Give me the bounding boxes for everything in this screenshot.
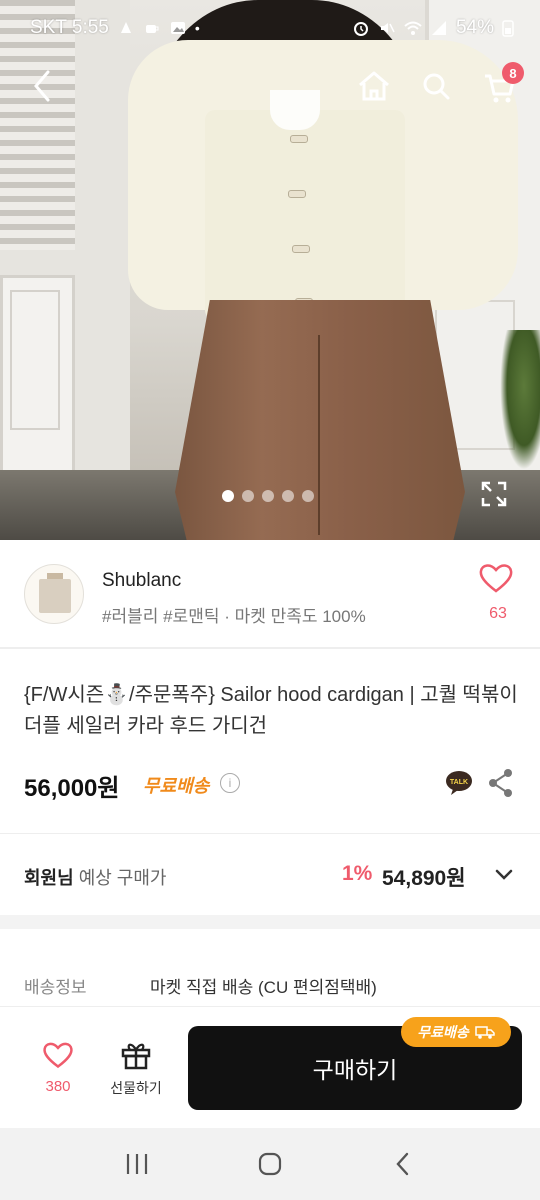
cup-icon	[145, 25, 159, 33]
free-shipping-pill-label: 무료배송	[417, 1024, 469, 1040]
shop-name[interactable]: Shublanc	[102, 570, 181, 592]
gift-icon	[121, 1043, 151, 1070]
heart-icon	[43, 1042, 73, 1069]
truck-icon	[475, 1026, 495, 1039]
like-count: 380	[45, 1078, 71, 1095]
home-button[interactable]	[354, 66, 394, 106]
cart-count-badge: 8	[502, 62, 524, 84]
home-icon	[359, 71, 389, 101]
carousel-dot[interactable]	[302, 490, 314, 502]
kakao-talk-button[interactable]: TALK	[444, 768, 474, 798]
skirt	[175, 300, 465, 540]
member-price-label: 회원님 예상 구매가	[24, 864, 167, 890]
back-nav-icon	[396, 1152, 409, 1176]
mute-icon	[380, 23, 395, 33]
product-image[interactable]	[0, 0, 540, 540]
battery-icon	[502, 20, 514, 37]
status-bar: SKT 5:55 • 54%	[0, 0, 540, 56]
carousel-dot[interactable]	[262, 490, 274, 502]
more-dot-icon: •	[194, 20, 200, 36]
system-nav-bar	[0, 1128, 540, 1200]
talk-icon: TALK	[446, 771, 472, 795]
shop-like-button[interactable]	[478, 562, 518, 598]
recent-apps-icon	[126, 1154, 147, 1174]
shop-row[interactable]	[0, 540, 540, 648]
product-price: 56,000원	[24, 775, 120, 802]
recent-apps-button[interactable]	[115, 1142, 159, 1186]
skirt-pleat	[318, 335, 320, 535]
info-icon[interactable]: i	[220, 773, 240, 793]
divider	[0, 648, 540, 649]
back-button[interactable]	[22, 66, 62, 106]
gift-label: 선물하기	[110, 1080, 162, 1096]
wifi-icon	[404, 21, 422, 35]
toggle-button	[292, 245, 310, 253]
search-icon	[423, 73, 450, 100]
shop-logo[interactable]	[24, 564, 84, 624]
back-nav-button[interactable]	[381, 1142, 425, 1186]
home-nav-icon	[258, 1152, 282, 1176]
chevron-down-icon	[495, 869, 513, 880]
cart-button[interactable]: 8	[478, 62, 524, 110]
carousel-indicator	[222, 490, 314, 502]
collar	[270, 90, 320, 130]
heart-icon	[479, 564, 513, 593]
share-button[interactable]	[488, 768, 514, 798]
image-icon	[170, 22, 185, 34]
plant	[500, 330, 540, 470]
expand-icon	[481, 481, 507, 507]
discount-rate: 1%	[342, 862, 373, 885]
share-icon	[489, 769, 512, 797]
section-divider	[0, 915, 540, 929]
toggle-button	[288, 190, 306, 198]
fullscreen-button[interactable]	[478, 478, 510, 510]
shipping-value: 마켓 직접 배송 (CU 편의점택배)	[150, 978, 377, 997]
carousel-dot[interactable]	[242, 490, 254, 502]
alarm-icon	[353, 22, 368, 36]
carrier-time: SKT 5:55	[30, 17, 109, 38]
product-title: {F/W시즌⛄/주문폭주} Sailor hood cardigan | 고퀄 …	[24, 684, 518, 737]
expand-price-button[interactable]	[492, 862, 516, 886]
shop-like-count: 63	[489, 605, 507, 622]
notification-icon	[120, 22, 131, 33]
member-price: 54,890원	[382, 867, 466, 890]
member-label-rest: 예상 구매가	[73, 868, 167, 888]
free-shipping-label: 무료배송	[143, 776, 210, 796]
signal-icon	[431, 21, 446, 35]
shop-tags: #러블리 #로맨틱 · 마켓 만족도 100%	[102, 607, 366, 626]
shipping-label: 배송정보	[24, 978, 87, 997]
talk-label: TALK	[450, 779, 468, 786]
chevron-left-icon	[34, 70, 50, 102]
carousel-dot[interactable]	[222, 490, 234, 502]
battery-percent: 54%	[455, 17, 494, 38]
member-label-bold: 회원님	[24, 868, 74, 888]
free-shipping-pill: 무료배송	[401, 1017, 511, 1047]
search-button[interactable]	[416, 66, 456, 106]
home-nav-button[interactable]	[248, 1142, 292, 1186]
carousel-dot[interactable]	[282, 490, 294, 502]
door-panel	[10, 290, 60, 430]
toggle-button	[290, 135, 308, 143]
